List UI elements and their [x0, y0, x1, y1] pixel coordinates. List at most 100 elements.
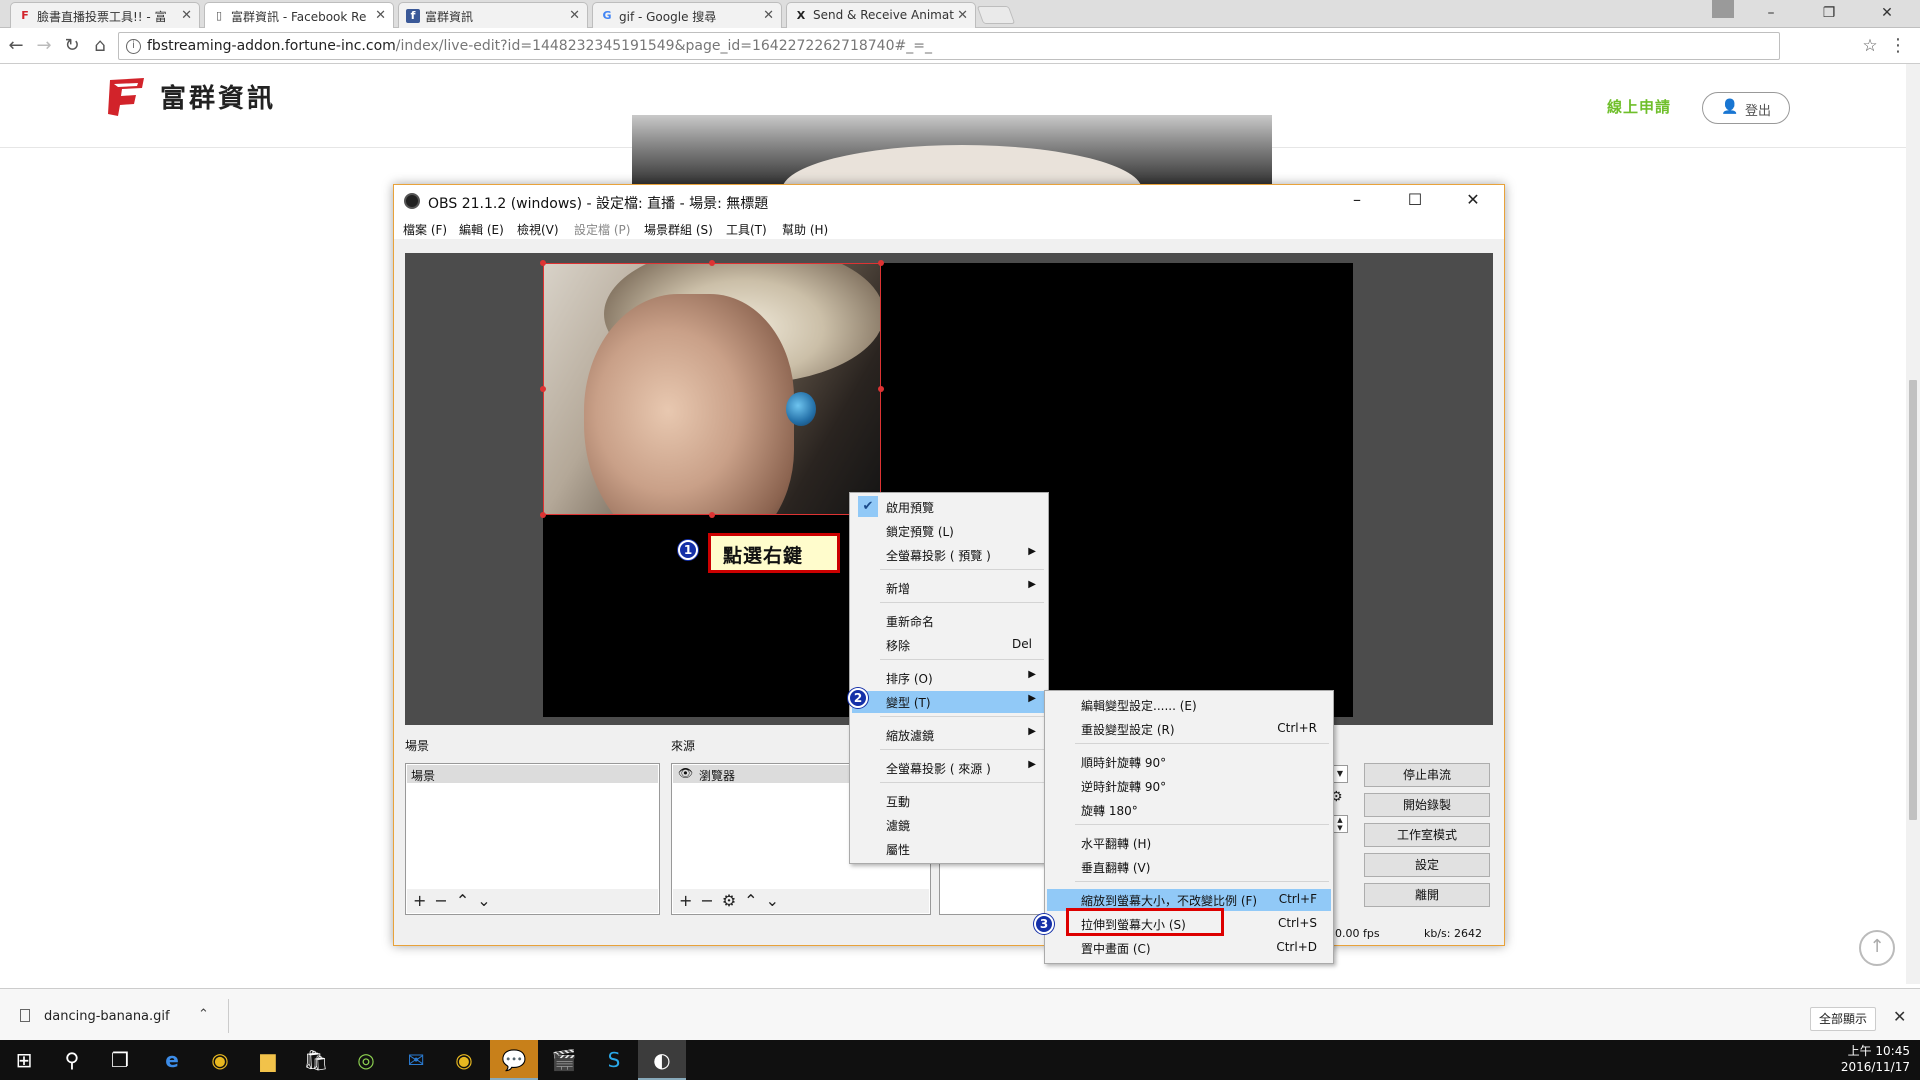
- menu-rotate-ccw[interactable]: 逆時針旋轉 90°: [1047, 775, 1331, 797]
- task-view-icon[interactable]: ❐: [96, 1040, 144, 1080]
- resize-handle[interactable]: [540, 512, 546, 518]
- resize-handle[interactable]: [540, 386, 546, 392]
- menu-view[interactable]: 檢視(V): [517, 221, 559, 238]
- tab-send-receive[interactable]: X Send & Receive Animat ✕: [786, 2, 976, 28]
- download-item[interactable]: dancing-banana.gif: [20, 1009, 170, 1024]
- resize-handle[interactable]: [709, 260, 715, 266]
- tab-fortune-facebook[interactable]: ▯ 富群資訊 - Facebook Re ✕: [204, 2, 394, 28]
- new-tab-button[interactable]: [976, 6, 1016, 24]
- line-icon[interactable]: 💬: [490, 1040, 538, 1080]
- forward-icon[interactable]: →: [32, 34, 56, 58]
- url-input[interactable]: i fbstreaming-addon.fortune-inc.com/inde…: [118, 32, 1780, 60]
- obs-close-icon[interactable]: ✕: [1444, 185, 1502, 217]
- menu-help[interactable]: 幫助 (H): [782, 221, 828, 238]
- chrome-alt-icon[interactable]: ◉: [440, 1040, 488, 1080]
- tab-google-search[interactable]: G gif - Google 搜尋 ✕: [592, 2, 782, 28]
- duration-spinner-icon[interactable]: ▲ ▼: [1332, 815, 1348, 833]
- menu-file[interactable]: 檔案 (F): [403, 221, 447, 238]
- menu-properties[interactable]: 屬性: [852, 838, 1046, 860]
- store-icon[interactable]: 🛍: [292, 1040, 340, 1080]
- add-scene-icon[interactable]: +: [413, 891, 434, 910]
- site-brand[interactable]: 富群資訊: [160, 78, 276, 115]
- gear-icon[interactable]: ⚙: [722, 891, 744, 910]
- chevron-up-icon[interactable]: ⌃: [198, 1007, 209, 1022]
- menu-edit-transform[interactable]: 編輯變型設定...... (E): [1047, 694, 1331, 716]
- obs-minimize-icon[interactable]: –: [1328, 185, 1386, 217]
- menu-reset-transform[interactable]: 重設變型設定 (R) Ctrl+R: [1047, 718, 1331, 740]
- menu-flip-horizontal[interactable]: 水平翻轉 (H): [1047, 832, 1331, 854]
- scene-item[interactable]: 場景: [407, 765, 658, 783]
- resize-handle[interactable]: [540, 260, 546, 266]
- remove-source-icon[interactable]: −: [700, 891, 721, 910]
- obs-maximize-icon[interactable]: ☐: [1386, 185, 1444, 217]
- move-up-icon[interactable]: ⌃: [456, 891, 477, 910]
- skype-icon[interactable]: S: [590, 1040, 638, 1080]
- start-recording-button[interactable]: 開始錄製: [1364, 793, 1490, 817]
- tab-fortune-vote[interactable]: F 臉書直播投票工具!! - 富 ✕: [10, 2, 200, 28]
- resize-handle[interactable]: [709, 512, 715, 518]
- move-up-icon[interactable]: ⌃: [744, 891, 765, 910]
- menu-transform[interactable]: 變型 (T) ▶: [852, 691, 1046, 713]
- menu-rename[interactable]: 重新命名: [852, 610, 1046, 632]
- video-editor-icon[interactable]: 🎬: [540, 1040, 588, 1080]
- menu-interact[interactable]: 互動: [852, 790, 1046, 812]
- resize-handle[interactable]: [878, 260, 884, 266]
- eye-icon[interactable]: 👁: [678, 766, 693, 780]
- chrome-menu-icon[interactable]: ⋮: [1886, 34, 1910, 58]
- remove-scene-icon[interactable]: −: [434, 891, 455, 910]
- show-all-downloads-button[interactable]: 全部顯示: [1810, 1007, 1876, 1031]
- menu-fullscreen-source[interactable]: 全螢幕投影 ( 來源 ) ▶: [852, 757, 1046, 779]
- menu-scale-filter[interactable]: 縮放濾鏡 ▶: [852, 724, 1046, 746]
- selected-source-image[interactable]: [543, 263, 881, 515]
- menu-filters[interactable]: 濾鏡: [852, 814, 1046, 836]
- menu-flip-vertical[interactable]: 垂直翻轉 (V): [1047, 856, 1331, 878]
- close-window-icon[interactable]: ✕: [1864, 0, 1910, 28]
- menu-remove[interactable]: 移除 Del: [852, 634, 1046, 656]
- back-icon[interactable]: ←: [4, 34, 28, 58]
- bookmark-star-icon[interactable]: ☆: [1858, 34, 1882, 58]
- edge-icon[interactable]: e: [148, 1040, 196, 1080]
- studio-mode-button[interactable]: 工作室模式: [1364, 823, 1490, 847]
- reload-icon[interactable]: ↻: [60, 34, 84, 58]
- exit-button[interactable]: 離開: [1364, 883, 1490, 907]
- tab-fortune-fb-page[interactable]: f 富群資訊 ✕: [398, 2, 588, 28]
- outlook-icon[interactable]: ✉: [392, 1040, 440, 1080]
- menu-enable-preview[interactable]: ✔ 啟用預覽: [852, 496, 1046, 518]
- close-downloads-icon[interactable]: ✕: [1893, 1007, 1906, 1026]
- home-icon[interactable]: ⌂: [88, 34, 112, 58]
- resize-handle[interactable]: [878, 386, 884, 392]
- user-profile-icon[interactable]: [1712, 0, 1734, 18]
- restore-icon[interactable]: ❐: [1806, 0, 1852, 28]
- close-icon[interactable]: ✕: [957, 8, 968, 23]
- page-scrollbar-thumb[interactable]: [1909, 380, 1917, 820]
- close-icon[interactable]: ✕: [569, 8, 580, 23]
- transition-dropdown-icon[interactable]: ▼: [1332, 765, 1348, 783]
- move-down-icon[interactable]: ⌄: [477, 891, 498, 910]
- file-explorer-icon[interactable]: ▆: [244, 1040, 292, 1080]
- menu-profile[interactable]: 設定檔 (P): [574, 221, 630, 238]
- move-down-icon[interactable]: ⌄: [766, 891, 787, 910]
- chrome-icon[interactable]: ◉: [196, 1040, 244, 1080]
- menu-order[interactable]: 排序 (O) ▶: [852, 667, 1046, 689]
- close-icon[interactable]: ✕: [181, 8, 192, 23]
- info-icon[interactable]: i: [126, 39, 141, 54]
- scroll-to-top-button[interactable]: ↑: [1859, 930, 1895, 966]
- menu-scene-collection[interactable]: 場景群組 (S): [644, 221, 713, 238]
- system-clock[interactable]: 上午 10:45 2016/11/17: [1830, 1043, 1910, 1075]
- fortune-logo-icon[interactable]: [104, 74, 150, 118]
- settings-button[interactable]: 設定: [1364, 853, 1490, 877]
- close-icon[interactable]: ✕: [763, 8, 774, 23]
- app-circle-icon[interactable]: ◎: [342, 1040, 390, 1080]
- menu-lock-preview[interactable]: 鎖定預覽 (L): [852, 520, 1046, 542]
- menu-edit[interactable]: 編輯 (E): [459, 221, 504, 238]
- close-icon[interactable]: ✕: [375, 8, 386, 23]
- stop-streaming-button[interactable]: 停止串流: [1364, 763, 1490, 787]
- search-icon[interactable]: ⚲: [48, 1040, 96, 1080]
- apply-online-link[interactable]: 線上申請: [1607, 96, 1671, 117]
- menu-center-to-screen[interactable]: 置中畫面 (C) Ctrl+D: [1047, 937, 1331, 959]
- windows-start-icon[interactable]: ⊞: [0, 1040, 48, 1080]
- menu-add[interactable]: 新增 ▶: [852, 577, 1046, 599]
- menu-rotate-180[interactable]: 旋轉 180°: [1047, 799, 1331, 821]
- logout-button[interactable]: 👤 登出: [1702, 92, 1790, 124]
- menu-tools[interactable]: 工具(T): [726, 221, 767, 238]
